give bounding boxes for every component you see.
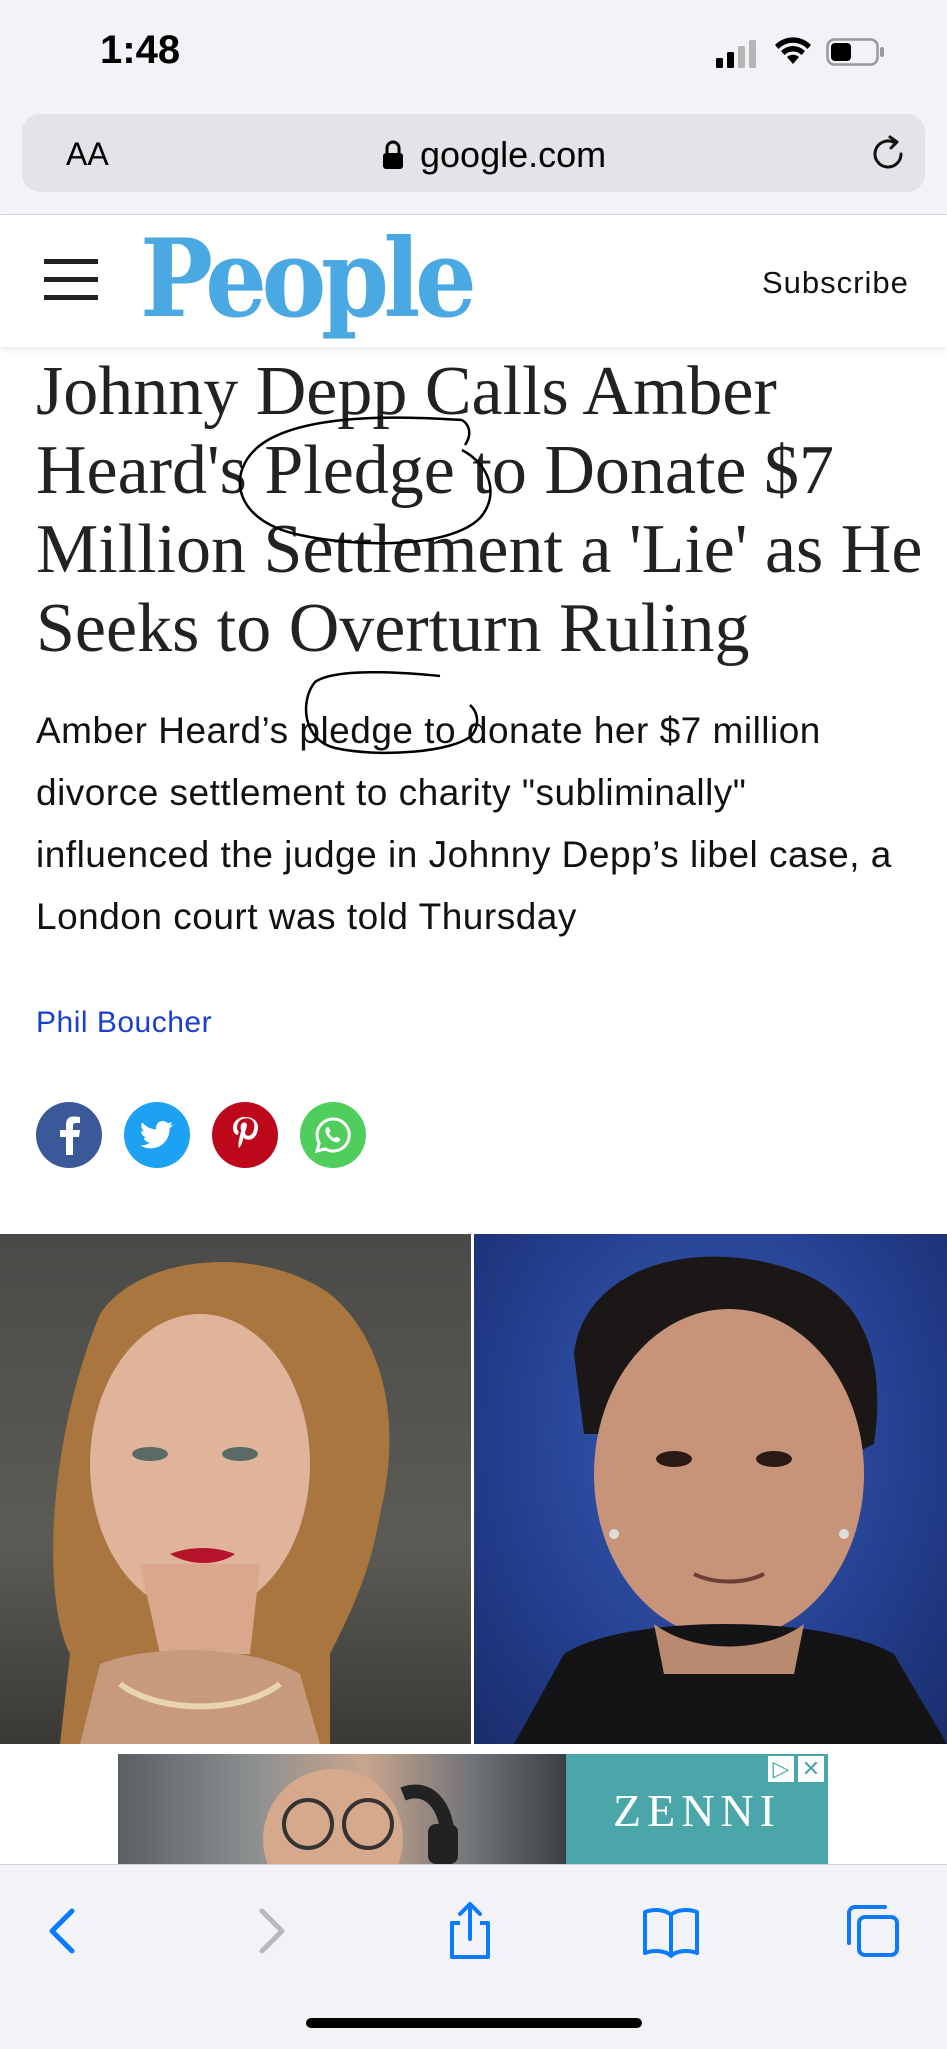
site-header: People Subscribe [0, 214, 947, 347]
back-icon[interactable] [34, 1901, 94, 1961]
social-share-bar [36, 1102, 366, 1168]
forward-icon[interactable] [240, 1901, 300, 1961]
address-bar[interactable]: AA google.com [22, 114, 925, 192]
reload-icon[interactable] [868, 134, 908, 174]
lock-icon [383, 140, 403, 169]
bookmarks-icon[interactable] [641, 1901, 701, 1961]
ad-brand-panel: ▷ ✕ ZENNI [566, 1754, 828, 1864]
tabs-icon[interactable] [843, 1901, 903, 1961]
subscribe-link[interactable]: Subscribe [762, 265, 909, 301]
pinterest-icon[interactable] [212, 1102, 278, 1168]
banner-ad[interactable]: ▷ ✕ ZENNI [118, 1754, 828, 1864]
ad-image [118, 1754, 566, 1864]
whatsapp-icon[interactable] [300, 1102, 366, 1168]
ad-close-icon[interactable]: ✕ [798, 1756, 824, 1782]
text-size-button[interactable]: AA [66, 136, 109, 173]
ad-choices[interactable]: ▷ ✕ [768, 1756, 824, 1782]
wifi-icon [775, 37, 811, 64]
amber-heard-photo [0, 1234, 471, 1744]
status-time: 1:48 [100, 28, 181, 72]
adchoices-icon[interactable]: ▷ [768, 1756, 794, 1782]
cellular-signal-icon [716, 40, 756, 68]
article-headline: Johnny Depp Calls Amber Heard's Pledge t… [36, 353, 923, 667]
share-icon[interactable] [440, 1901, 500, 1961]
johnny-depp-photo [474, 1234, 947, 1744]
author-link[interactable]: Phil Boucher [36, 1006, 212, 1040]
twitter-icon[interactable] [124, 1102, 190, 1168]
article-hero-images [0, 1234, 947, 1744]
browser-address-area: AA google.com [0, 110, 947, 214]
url-text[interactable]: google.com [420, 134, 606, 176]
home-indicator[interactable] [306, 2018, 642, 2028]
status-bar: 1:48 [0, 0, 947, 110]
facebook-icon[interactable] [36, 1102, 102, 1168]
article-dek: Amber Heard’s pledge to donate her $7 mi… [36, 710, 892, 937]
battery-icon [826, 38, 884, 66]
site-logo[interactable]: People [140, 225, 477, 333]
menu-icon[interactable] [44, 259, 98, 301]
ad-brand-name: ZENNI [613, 1785, 781, 1836]
